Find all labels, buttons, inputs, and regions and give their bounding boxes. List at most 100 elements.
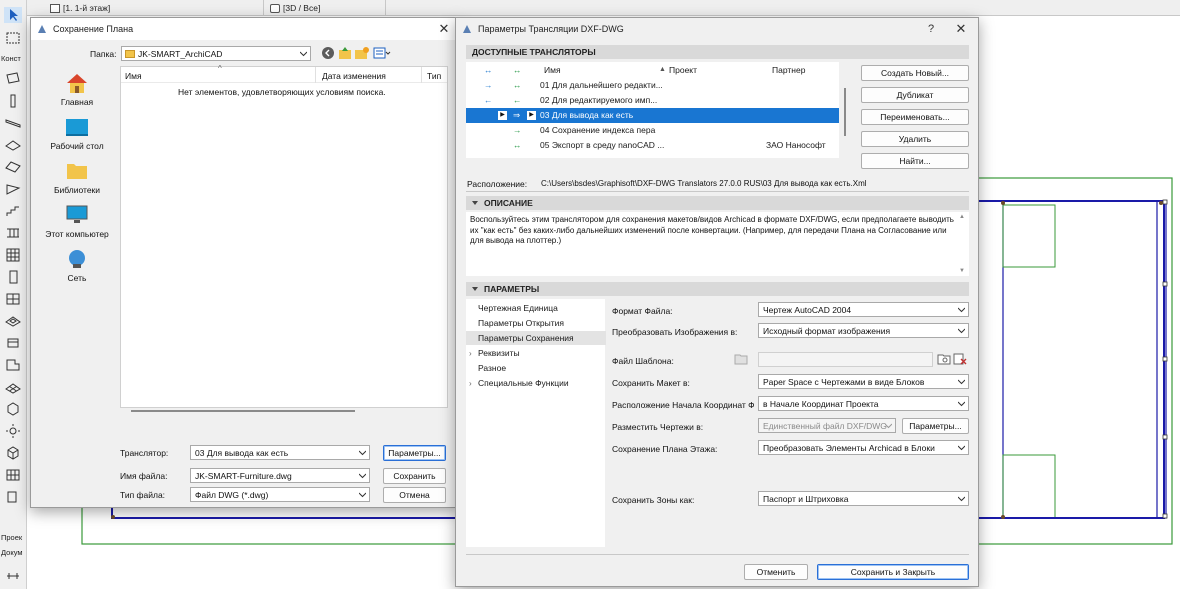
place-desktop[interactable]: Рабочий стол: [42, 116, 112, 151]
help-icon[interactable]: ?: [922, 21, 940, 37]
translator-row[interactable]: ↔ 05 Экспорт в среду nanoCAD ... ЗАО Нан…: [466, 138, 839, 153]
close-icon[interactable]: ✕: [435, 21, 453, 37]
scroll-down-icon[interactable]: ▼: [959, 268, 965, 274]
save-and-close-button[interactable]: Сохранить и Закрыть: [817, 564, 969, 580]
save-floor-plan-select[interactable]: Преобразовать Элементы Archicad в Блоки: [758, 440, 969, 455]
chevron-down-icon: [958, 379, 965, 385]
tree-label: Специальные Функции: [478, 378, 569, 388]
filetype-label: Тип файла:: [120, 490, 166, 500]
section-title: ОПИСАНИЕ: [484, 198, 533, 208]
new-folder-icon[interactable]: [354, 46, 370, 60]
create-new-button[interactable]: Создать Новый...: [861, 65, 969, 81]
column-type[interactable]: Тип: [427, 71, 441, 81]
close-icon[interactable]: ✕: [952, 21, 970, 37]
translator-row[interactable]: → ↔ 01 Для дальнейшего редакти...: [466, 78, 839, 93]
section-title: ДОСТУПНЫЕ ТРАНСЛЯТОРЫ: [472, 47, 596, 57]
column-divider[interactable]: [421, 67, 422, 83]
save-dialog-titlebar: Сохранение Плана ✕: [31, 18, 457, 40]
column-divider[interactable]: [315, 67, 316, 83]
filename-value: JK-SMART-Furniture.dwg: [195, 470, 292, 481]
play-toggle-icon[interactable]: ▶: [527, 111, 536, 120]
folder-select[interactable]: JK-SMART_ArchiCAD: [121, 46, 311, 61]
tree-label: Параметры Сохранения: [478, 333, 574, 343]
cancel-button[interactable]: Отмена: [383, 487, 446, 503]
save-zones-label: Сохранить Зоны как:: [612, 495, 695, 505]
place-label: Этот компьютер: [45, 229, 109, 239]
save-button[interactable]: Сохранить: [383, 468, 446, 484]
back-icon[interactable]: [321, 46, 335, 60]
place-network[interactable]: Сеть: [42, 248, 112, 283]
duplicate-button[interactable]: Дубликат: [861, 87, 969, 103]
place-libraries[interactable]: Библиотеки: [42, 160, 112, 195]
computer-icon: [66, 205, 88, 223]
import-arrow-icon: ←: [513, 95, 522, 105]
filename-input[interactable]: JK-SMART-Furniture.dwg: [190, 468, 370, 483]
chevron-down-icon: [300, 51, 307, 57]
translator-row[interactable]: → 04 Сохранение индекса пера: [466, 123, 839, 138]
place-this-pc[interactable]: Этот компьютер: [42, 204, 112, 239]
desktop-icon: [66, 119, 88, 136]
horizontal-scrollbar[interactable]: [131, 410, 355, 412]
view-menu-icon[interactable]: [373, 46, 391, 60]
parameters-header[interactable]: ПАРАМЕТРЫ: [466, 282, 969, 296]
bidirectional-arrow-icon: ↔: [484, 65, 493, 75]
tree-item-special-functions[interactable]: › Специальные Функции: [466, 376, 606, 390]
column-name[interactable]: Имя: [544, 65, 561, 75]
column-project[interactable]: Проект: [669, 65, 697, 75]
find-button[interactable]: Найти...: [861, 153, 969, 169]
translator-name: 05 Экспорт в среду nanoCAD ...: [540, 140, 665, 150]
chevron-down-icon: [359, 492, 366, 498]
file-list[interactable]: Имя ^ Дата изменения Тип Нет элементов, …: [120, 64, 448, 408]
translator-row-selected[interactable]: ▶ ⇒ ▶ 03 Для вывода как есть: [466, 108, 839, 123]
tree-item-open-options[interactable]: Параметры Открытия: [466, 316, 606, 330]
clear-template-icon[interactable]: [953, 353, 967, 365]
translator-select[interactable]: 03 Для вывода как есть: [190, 445, 370, 460]
origin-value: в Начале Координат Проекта: [763, 398, 879, 409]
file-format-value: Чертеж AutoCAD 2004: [763, 304, 852, 315]
place-drawings-parameters-button[interactable]: Параметры...: [902, 418, 969, 434]
parameters-tree[interactable]: Чертежная Единица Параметры Открытия Пар…: [466, 299, 606, 547]
play-toggle-icon[interactable]: ▶: [498, 111, 507, 120]
section-title: ПАРАМЕТРЫ: [484, 284, 540, 294]
folder-value: JK-SMART_ArchiCAD: [138, 48, 223, 59]
export-arrow-icon: →: [513, 125, 522, 135]
place-home[interactable]: Главная: [42, 72, 112, 107]
column-date[interactable]: Дата изменения: [322, 71, 386, 81]
place-label: Главная: [60, 97, 94, 107]
translators-list[interactable]: Имя ▲ Проект Партнер ↔ ↔ → ↔ 01 Для даль…: [466, 62, 839, 158]
tree-item-drawing-unit[interactable]: Чертежная Единица: [466, 301, 606, 315]
bidirectional-arrow-icon: ↔: [513, 140, 522, 150]
divider: [466, 191, 969, 192]
rename-button[interactable]: Переименовать...: [861, 109, 969, 125]
sort-up-icon: ^: [218, 64, 222, 73]
cancel-button[interactable]: Отменить: [744, 564, 808, 580]
column-partner[interactable]: Партнер: [772, 65, 805, 75]
list-scrollbar[interactable]: [844, 88, 846, 136]
delete-button[interactable]: Удалить: [861, 131, 969, 147]
filename-label: Имя файла:: [120, 471, 168, 481]
description-header[interactable]: ОПИСАНИЕ: [466, 196, 969, 210]
tree-label: Параметры Открытия: [478, 318, 564, 328]
chevron-down-icon: [958, 496, 965, 502]
scroll-up-icon[interactable]: ▲: [959, 214, 965, 220]
save-layout-select[interactable]: Paper Space с Чертежами в виде Блоков: [758, 374, 969, 389]
tree-item-save-options[interactable]: Параметры Сохранения: [466, 331, 606, 345]
expand-chevron-icon[interactable]: ›: [469, 349, 472, 358]
filetype-select[interactable]: Файл DWG (*.dwg): [190, 487, 370, 502]
convert-images-select[interactable]: Исходный формат изображения: [758, 323, 969, 338]
save-zones-select[interactable]: Паспорт и Штриховка: [758, 491, 969, 506]
home-icon: [67, 74, 87, 93]
tree-item-attributes[interactable]: › Реквизиты: [466, 346, 606, 360]
translator-row[interactable]: ← ← 02 Для редактируемого имп...: [466, 93, 839, 108]
browse-template-icon[interactable]: [937, 353, 951, 365]
save-layout-label: Сохранить Макет в:: [612, 378, 690, 388]
up-folder-icon[interactable]: [338, 46, 352, 60]
parameters-button[interactable]: Параметры...: [383, 445, 446, 461]
column-name[interactable]: Имя: [125, 71, 142, 81]
origin-select[interactable]: в Начале Координат Проекта: [758, 396, 969, 411]
expand-chevron-icon[interactable]: ›: [469, 379, 472, 388]
file-format-select[interactable]: Чертеж AutoCAD 2004: [758, 302, 969, 317]
tree-label: Реквизиты: [478, 348, 520, 358]
divider: [466, 554, 969, 555]
tree-item-miscellaneous[interactable]: Разное: [466, 361, 606, 375]
